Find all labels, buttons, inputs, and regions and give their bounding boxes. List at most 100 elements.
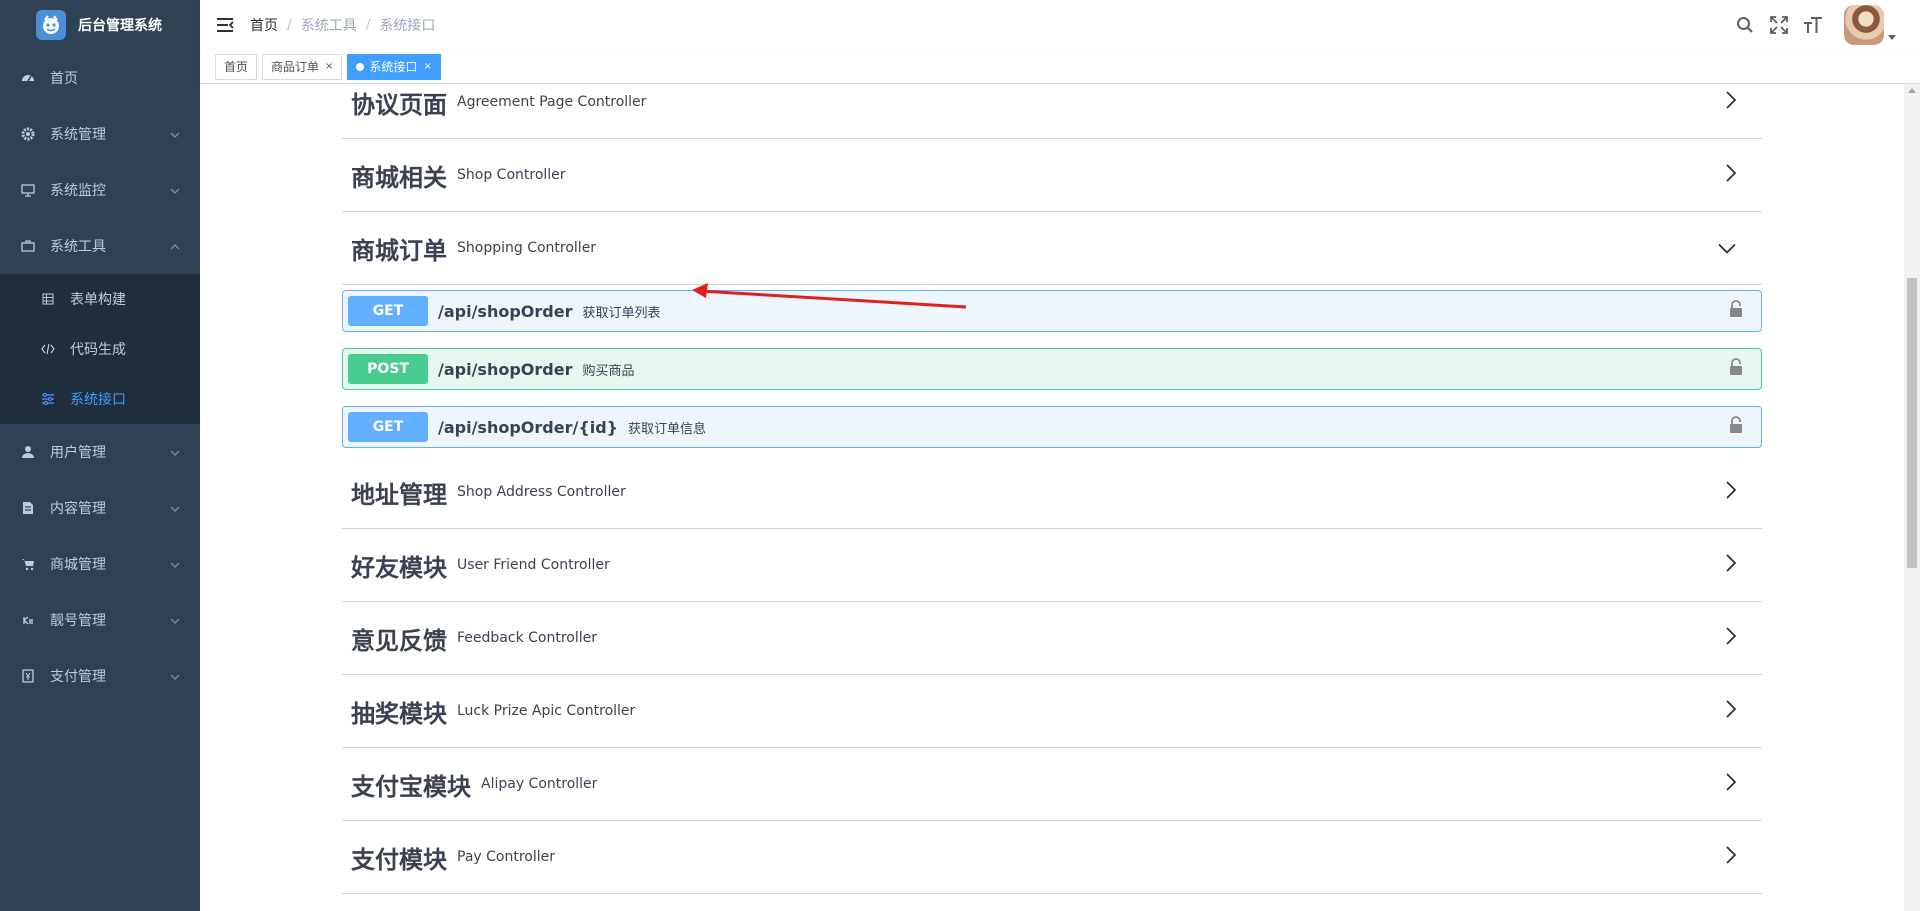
api-section-shop[interactable]: 商城相关 Shop Controller [342,139,1762,212]
sidebar-item-label: 表单构建 [70,292,126,308]
user-icon [20,444,36,460]
sidebar-item-label: 内容管理 [50,501,106,517]
endpoint-summary: 获取订单信息 [628,421,707,437]
sidebar-item-label: 支付管理 [50,669,106,685]
sidebar-item-content-management[interactable]: 内容管理 [0,480,200,536]
api-section-feedback[interactable]: 意见反馈 Feedback Controller [342,602,1762,675]
chevron-right-icon [1726,700,1737,722]
chevron-down-icon [170,556,180,572]
api-section-pay[interactable]: 支付模块 Pay Controller [342,821,1762,894]
sidebar-item-label: 代码生成 [70,342,126,358]
navbar: 首页 / 系统工具 / 系统接口 [200,0,1920,50]
section-description: Shop Address Controller [457,484,626,500]
chevron-right-icon [1726,773,1737,795]
logo[interactable]: 后台管理系统 [0,0,200,50]
gear-icon [20,126,36,142]
api-section-luck-prize[interactable]: 抽奖模块 Luck Prize Apic Controller [342,675,1762,748]
endpoint-path: /api/shopOrder/{id} [438,417,619,437]
tag-home[interactable]: 首页 [215,53,258,80]
chevron-right-icon [1726,627,1737,649]
chevron-down-icon [170,500,180,516]
monitor-icon [20,182,36,198]
section-title: 抽奖模块 [351,699,447,728]
endpoint-path: /api/shopOrder [438,359,573,379]
sidebar-item-system-management[interactable]: 系统管理 [0,106,200,162]
endpoint-get-shop-order[interactable]: GET /api/shopOrder 获取订单列表 [342,290,1762,332]
font-size-icon[interactable] [1796,0,1830,50]
search-icon[interactable] [1728,0,1762,50]
section-description: Feedback Controller [457,630,597,646]
section-title: 意见反馈 [351,626,447,655]
sidebar-item-user-management[interactable]: 用户管理 [0,424,200,480]
scroll-up-arrow-icon[interactable] [1908,88,1916,93]
chevron-right-icon [1726,554,1737,576]
chevron-down-icon [170,444,180,460]
sidebar-item-system-monitor[interactable]: 系统监控 [0,162,200,218]
sidebar-item-label: 用户管理 [50,445,106,461]
sidebar-item-pretty-number-management[interactable]: 靓号管理 [0,592,200,648]
api-operations: 协议页面 Agreement Page Controller 商城相关 Shop… [342,84,1762,894]
tag-label: 系统接口 [369,59,418,74]
section-title: 支付宝模块 [351,772,471,801]
sidebar-item-system-tools[interactable]: 系统工具 [0,218,200,274]
chevron-up-icon [170,238,180,254]
api-section-agreement[interactable]: 协议页面 Agreement Page Controller [342,84,1762,139]
cart-icon [20,556,36,572]
lock-icon[interactable] [1729,300,1743,322]
method-badge: GET [348,296,428,326]
tag-system-api[interactable]: 系统接口 × [347,53,441,80]
shopping-endpoints: GET /api/shopOrder 获取订单列表 POST /api/shop… [342,290,1762,448]
section-title: 协议页面 [351,90,447,119]
sidebar-item-home[interactable]: 首页 [0,50,200,106]
fullscreen-icon[interactable] [1762,0,1796,50]
sidebar-item-form-builder[interactable]: 表单构建 [0,274,200,324]
logo-icon [36,10,66,40]
chevron-right-icon [1726,164,1737,186]
sidebar-item-system-api[interactable]: 系统接口 [0,374,200,424]
section-description: User Friend Controller [457,557,610,573]
tags-view: 首页 商品订单 × 系统接口 × [200,50,1920,84]
scrollbar-thumb[interactable] [1907,278,1917,568]
endpoint-get-shop-order-by-id[interactable]: GET /api/shopOrder/{id} 获取订单信息 [342,406,1762,448]
sidebar-item-label: 商城管理 [50,557,106,573]
api-section-shop-address[interactable]: 地址管理 Shop Address Controller [342,456,1762,529]
api-section-shopping[interactable]: 商城订单 Shopping Controller [342,212,1762,285]
scrollbar[interactable] [1904,84,1920,911]
document-icon [20,500,36,516]
close-icon[interactable]: × [325,55,333,79]
section-description: Luck Prize Apic Controller [457,703,636,719]
section-description: Pay Controller [457,849,555,865]
sidebar-item-code-generator[interactable]: 代码生成 [0,324,200,374]
chevron-down-icon [170,668,180,684]
api-section-user-friend[interactable]: 好友模块 User Friend Controller [342,529,1762,602]
chevron-down-icon [170,182,180,198]
tag-shop-order[interactable]: 商品订单 × [262,53,343,80]
section-description: Alipay Controller [481,776,598,792]
sidebar-item-label: 系统监控 [50,183,106,199]
sidebar-item-label: 首页 [50,71,78,87]
sidebar-item-payment-management[interactable]: 支付管理 [0,648,200,704]
chevron-down-icon [170,126,180,142]
avatar[interactable] [1844,5,1884,45]
section-description: Agreement Page Controller [457,94,647,110]
breadcrumb-home[interactable]: 首页 [250,15,278,35]
tag-label: 商品订单 [271,59,320,74]
table-icon [40,291,56,307]
chevron-right-icon [1726,846,1737,868]
chevron-right-icon [1726,481,1737,503]
close-icon[interactable]: × [423,55,431,79]
tag-label: 首页 [224,59,249,74]
lock-icon[interactable] [1729,416,1743,438]
active-dot [356,62,365,71]
chevron-down-icon [1718,239,1736,258]
user-dropdown[interactable] [1844,5,1896,45]
sidebar-item-shop-management[interactable]: 商城管理 [0,536,200,592]
sidebar-submenu-system-tools: 表单构建 代码生成 系统接口 [0,274,200,424]
api-section-alipay[interactable]: 支付宝模块 Alipay Controller [342,748,1762,821]
app-title: 后台管理系统 [78,18,162,34]
sidebar-item-label: 靓号管理 [50,613,106,629]
lock-icon[interactable] [1729,358,1743,380]
endpoint-post-shop-order[interactable]: POST /api/shopOrder 购买商品 [342,348,1762,390]
hamburger-icon[interactable] [200,0,250,50]
toolbox-icon [20,238,36,254]
